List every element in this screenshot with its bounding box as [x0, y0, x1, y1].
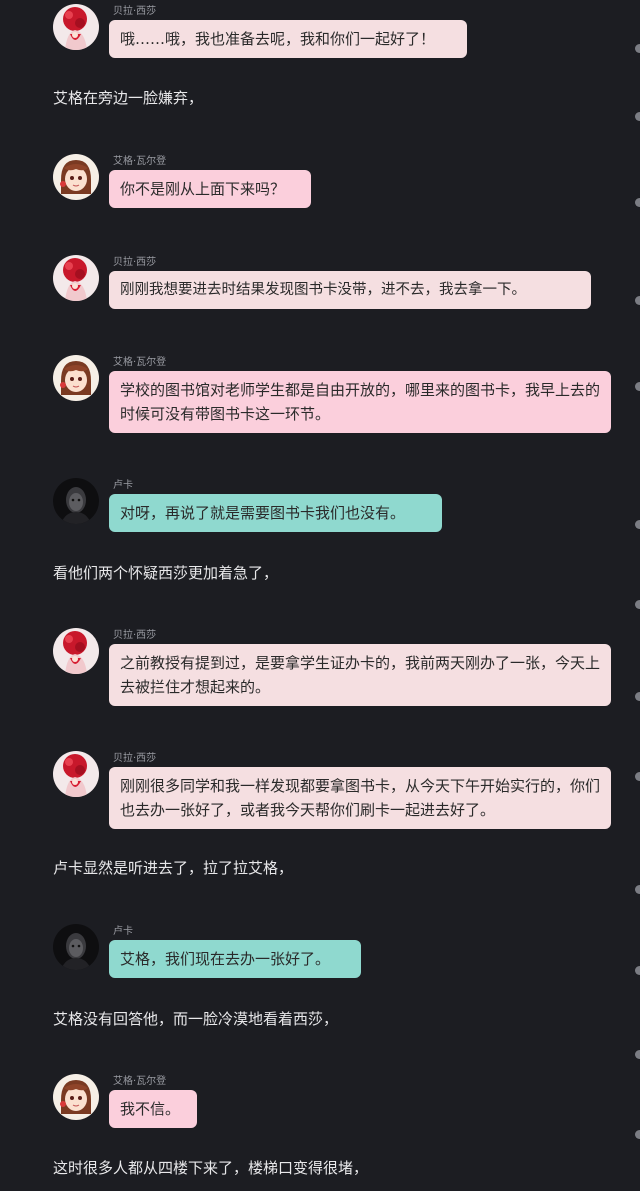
message-bubble: 对呀，再说了就是需要图书卡我们也没有。 [109, 494, 442, 532]
message-bubble: 学校的图书馆对老师学生都是自由开放的，哪里来的图书卡，我早上去的时候可没有带图书… [109, 371, 611, 433]
speaker-name: 卢卡 [113, 480, 133, 491]
rail-dot [635, 520, 640, 529]
rail-dot [635, 772, 640, 781]
message-bubble: 你不是刚从上面下来吗？ [109, 170, 311, 208]
dark-portrait-avatar-icon[interactable] [53, 478, 99, 524]
rose-girl-avatar-icon[interactable] [53, 4, 99, 50]
speaker-name: 艾格·瓦尔登 [113, 156, 167, 167]
rose-girl-avatar-icon[interactable] [53, 255, 99, 301]
message-bubble: 哦……哦，我也准备去呢，我和你们一起好了！ [109, 20, 467, 58]
anime-girl-avatar-icon[interactable] [53, 355, 99, 401]
rail-dot [635, 112, 640, 121]
message-bubble: 艾格，我们现在去办一张好了。 [109, 940, 361, 978]
rose-girl-avatar-icon[interactable] [53, 751, 99, 797]
narration-text: 这时很多人都从四楼下来了，楼梯口变得很堵， [53, 1159, 369, 1177]
speaker-name: 艾格·瓦尔登 [113, 357, 167, 368]
speaker-name: 卢卡 [113, 926, 133, 937]
message-bubble: 刚刚很多同学和我一样发现都要拿图书卡，从今天下午开始实行的，你们也去办一张好了，… [109, 767, 611, 829]
rail-dot [635, 692, 640, 701]
rose-girl-avatar-icon[interactable] [53, 628, 99, 674]
rail-dot [635, 885, 640, 894]
dark-portrait-avatar-icon[interactable] [53, 924, 99, 970]
anime-girl-avatar-icon[interactable] [53, 154, 99, 200]
rail-dot [635, 198, 640, 207]
speaker-name: 贝拉·西莎 [113, 257, 157, 268]
rail-dot [635, 600, 640, 609]
chat-story-view: 贝拉·西莎 哦……哦，我也准备去呢，我和你们一起好了！ 艾格在旁边一脸嫌弃， 艾… [0, 0, 640, 1191]
speaker-name: 艾格·瓦尔登 [113, 1076, 167, 1087]
anime-girl-avatar-icon[interactable] [53, 1074, 99, 1120]
rail-dot [635, 966, 640, 975]
speaker-name: 贝拉·西莎 [113, 630, 157, 641]
rail-dot [635, 44, 640, 53]
narration-text: 看他们两个怀疑西莎更加着急了， [53, 564, 279, 582]
rail-dot [635, 1130, 640, 1139]
narration-text: 艾格没有回答他，而一脸冷漠地看着西莎， [53, 1010, 339, 1028]
message-bubble: 我不信。 [109, 1090, 197, 1128]
rail-dot [635, 296, 640, 305]
narration-text: 艾格在旁边一脸嫌弃， [53, 89, 204, 107]
message-bubble: 之前教授有提到过，是要拿学生证办卡的，我前两天刚办了一张，今天上去被拦住才想起来… [109, 644, 611, 706]
rail-dot [635, 382, 640, 391]
scroll-rail [635, 0, 640, 1191]
narration-text: 卢卡显然是听进去了，拉了拉艾格， [53, 859, 294, 877]
speaker-name: 贝拉·西莎 [113, 6, 157, 17]
speaker-name: 贝拉·西莎 [113, 753, 157, 764]
rail-dot [635, 1050, 640, 1059]
message-bubble: 刚刚我想要进去时结果发现图书卡没带，进不去，我去拿一下。 [109, 271, 591, 309]
